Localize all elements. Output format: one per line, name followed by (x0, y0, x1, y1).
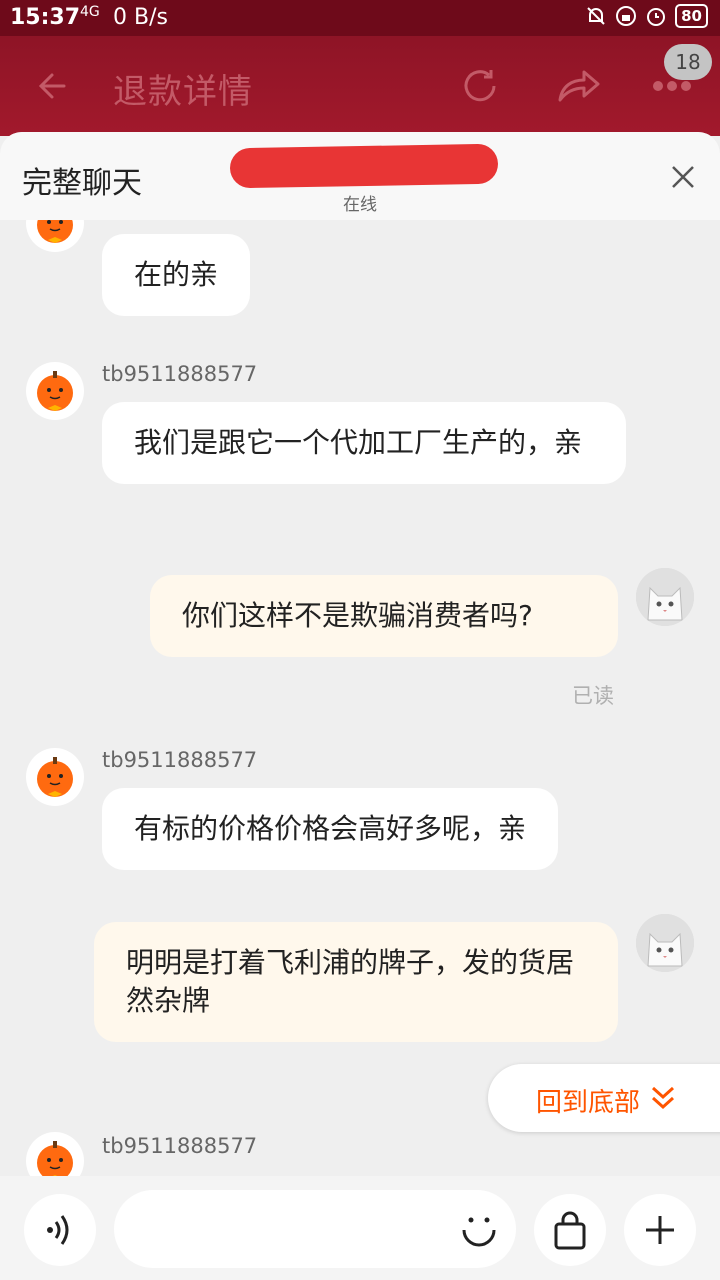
close-icon[interactable] (668, 162, 698, 192)
back-to-bottom-label: 回到底部 (536, 1088, 641, 1118)
share-icon[interactable] (552, 62, 602, 110)
message-bubble: 我们是跟它一个代加工厂生产的，亲 (102, 402, 626, 484)
network-type: 4G (80, 4, 100, 20)
sender-name: tb9511888577 (102, 362, 258, 386)
lock-icon (616, 6, 637, 26)
read-receipt: 已读 (572, 684, 614, 708)
status-bar: 15:37 4G 0 B/s 80 (0, 0, 720, 36)
chevron-double-down-icon (651, 1086, 675, 1110)
app-header: 退款详情 18 (0, 36, 720, 136)
sender-name: tb9511888577 (102, 748, 258, 772)
cat-avatar-icon (636, 914, 694, 972)
page-title: 退款详情 (113, 72, 253, 112)
alarm-icon (647, 8, 666, 26)
message-bubble: 在的亲 (102, 234, 251, 316)
shopping-bag-icon (554, 1211, 586, 1250)
sender-name: tb9511888577 (102, 1134, 258, 1158)
plus-icon (646, 1216, 674, 1244)
plus-button[interactable] (624, 1194, 696, 1266)
message-input[interactable] (114, 1190, 516, 1268)
input-bar (0, 1176, 720, 1280)
more-icon[interactable] (652, 80, 692, 92)
status-time: 15:37 (10, 5, 81, 30)
shop-avatar[interactable] (26, 362, 84, 420)
message-bubble: 你们这样不是欺骗消费者吗? (150, 575, 618, 657)
bell-muted-icon (587, 7, 605, 25)
chat-header: 完整聊天 在线 (0, 132, 720, 220)
chat-sheet: 完整聊天 在线 在的亲 tb9511888577 我们是跟它一个代加工厂生产的，… (0, 132, 720, 1280)
pumpkin-mascot-icon (37, 371, 73, 411)
voice-button[interactable] (24, 1194, 96, 1266)
voice-icon (47, 1215, 69, 1245)
message-count-badge[interactable]: 18 (664, 44, 712, 80)
shopping-bag-button[interactable] (534, 1194, 606, 1266)
redacted-shop-name (229, 143, 499, 189)
user-avatar[interactable] (636, 568, 694, 626)
status-icons: 80 (585, 4, 708, 28)
shop-avatar[interactable] (26, 748, 84, 806)
online-status: 在线 (343, 195, 377, 215)
back-to-bottom-button[interactable]: 回到底部 (488, 1064, 720, 1132)
pumpkin-mascot-icon (37, 757, 73, 797)
network-speed: 0 B/s (113, 5, 168, 30)
battery-level: 80 (675, 4, 708, 28)
back-arrow-icon[interactable] (34, 64, 78, 108)
message-bubble: 有标的价格价格会高好多呢，亲 (102, 788, 559, 870)
smiley-icon[interactable] (458, 1210, 500, 1252)
user-avatar[interactable] (636, 914, 694, 972)
message-bubble: 明明是打着飞利浦的牌子，发的货居然杂牌 (94, 922, 618, 1042)
cat-avatar-icon (636, 568, 694, 626)
refresh-icon[interactable] (456, 62, 504, 110)
